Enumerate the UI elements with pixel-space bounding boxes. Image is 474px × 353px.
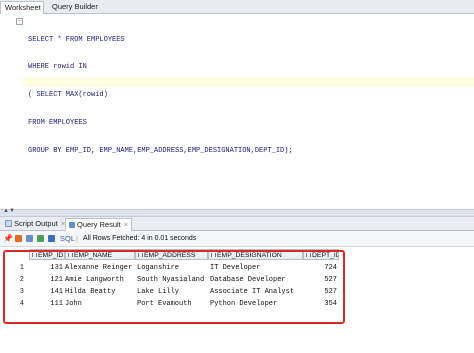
worksheet-tabbar: Worksheet Query Builder <box>0 0 474 14</box>
tab-worksheet[interactable]: Worksheet <box>0 1 44 14</box>
tab-script-output-label: Script Output <box>14 219 58 228</box>
save-icon[interactable] <box>26 235 33 242</box>
close-icon[interactable]: × <box>124 220 128 229</box>
sql-button[interactable]: SQL <box>60 234 75 243</box>
editor-gutter: − <box>0 14 24 209</box>
fold-toggle-icon[interactable]: − <box>16 18 23 25</box>
sql-editor[interactable]: − SELECT * FROM EMPLOYEES WHERE rowid IN… <box>0 14 474 209</box>
tab-query-builder[interactable]: Query Builder <box>48 1 102 13</box>
output-tabbar: Script Output × Query Result × <box>0 217 474 231</box>
collapse-arrows-icon[interactable]: ▲▼ <box>3 208 15 214</box>
tab-query-result[interactable]: Query Result × <box>65 218 133 231</box>
code-line: WHERE rowid IN <box>28 63 87 72</box>
tab-query-result-label: Query Result <box>77 220 121 229</box>
grid-icon <box>69 222 75 228</box>
pane-splitter[interactable]: ▲▼ <box>0 208 474 217</box>
refresh-icon[interactable] <box>37 235 44 242</box>
code-line: ( SELECT MAX(rowid) <box>28 91 108 100</box>
code-line: SELECT * FROM EMPLOYEES <box>28 35 125 44</box>
result-toolbar: 📌 SQL | All Rows Fetched: 4 in 0.01 seco… <box>0 231 474 247</box>
export-icon[interactable] <box>48 235 55 242</box>
toolbar-divider: | <box>76 234 78 243</box>
script-output-icon <box>5 220 12 227</box>
print-icon[interactable] <box>15 235 22 242</box>
tab-script-output[interactable]: Script Output × <box>2 218 68 230</box>
pin-icon[interactable]: 📌 <box>3 234 13 243</box>
sql-code[interactable]: SELECT * FROM EMPLOYEES WHERE rowid IN (… <box>28 17 293 175</box>
annotation-highlight <box>3 250 345 324</box>
fetch-status: All Rows Fetched: 4 in 0.01 seconds <box>83 234 197 242</box>
code-line: GROUP BY EMP_ID, EMP_NAME,EMP_ADDRESS,EM… <box>28 147 293 156</box>
code-line: FROM EMPLOYEES <box>28 119 87 128</box>
